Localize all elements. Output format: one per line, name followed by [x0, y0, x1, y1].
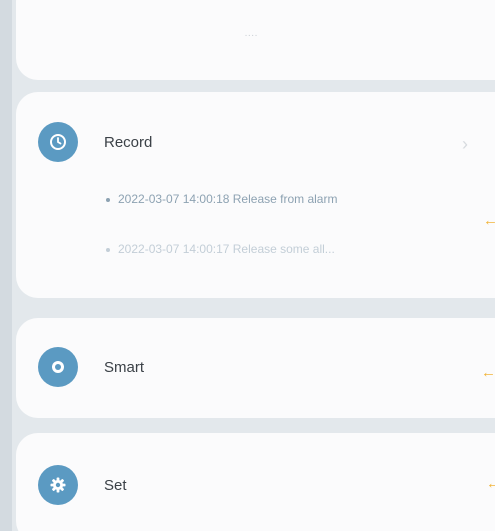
- record-item-text: 2022-03-07 14:00:17 Release some all...: [118, 242, 335, 256]
- clock-icon: [38, 122, 78, 162]
- chevron-right-icon[interactable]: ›: [462, 134, 468, 155]
- record-item-text: 2022-03-07 14:00:18 Release from alarm: [118, 192, 338, 206]
- gear-icon: [38, 465, 78, 505]
- set-card[interactable]: Set: [16, 433, 495, 531]
- record-title: Record: [104, 134, 153, 151]
- screen: ···· Record › 2022-03-07 14:00:18 Releas…: [0, 0, 495, 531]
- top-card: ····: [16, 0, 495, 80]
- set-title: Set: [104, 477, 127, 494]
- bullet-icon: [106, 197, 110, 202]
- smart-card[interactable]: Smart: [16, 318, 495, 418]
- annotation-arrow-icon: ←: [486, 475, 495, 492]
- bullet-icon: [106, 247, 110, 252]
- record-item[interactable]: 2022-03-07 14:00:18 Release from alarm: [106, 192, 337, 206]
- record-item[interactable]: 2022-03-07 14:00:17 Release some all...: [106, 242, 335, 256]
- smart-title: Smart: [104, 359, 145, 376]
- annotation-arrow-icon: ←: [481, 364, 495, 381]
- left-edge: [0, 0, 12, 531]
- smart-toggle-icon: [38, 347, 78, 387]
- record-card[interactable]: Record › 2022-03-07 14:00:18 Release fro…: [16, 92, 495, 298]
- top-card-hint: ····: [244, 30, 258, 41]
- annotation-arrow-icon: ←: [483, 212, 495, 229]
